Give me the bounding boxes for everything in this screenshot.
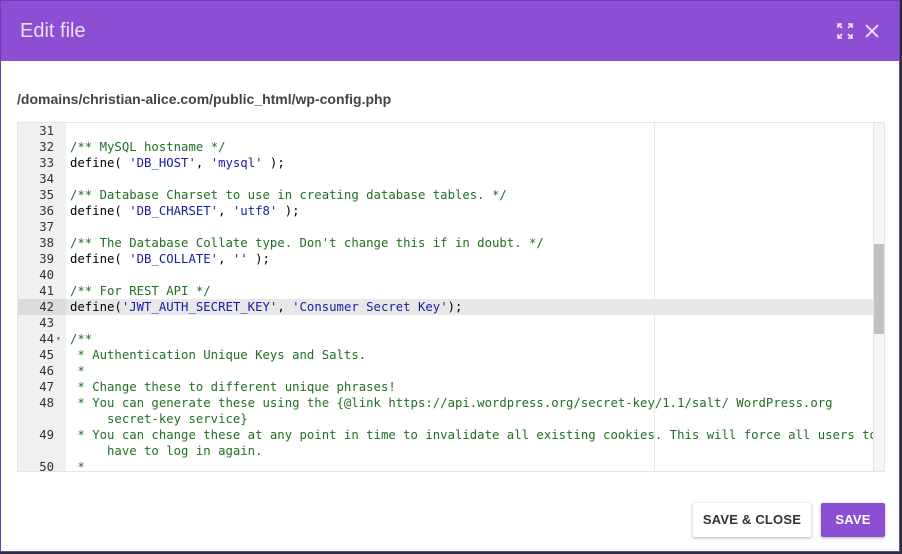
code-line[interactable]: 34 bbox=[18, 171, 876, 187]
save-and-close-button[interactable]: SAVE & CLOSE bbox=[693, 503, 811, 537]
code-text: * bbox=[70, 460, 85, 472]
code-line[interactable]: 41 /** For REST API */ bbox=[18, 283, 876, 299]
dialog-header: Edit file bbox=[1, 1, 899, 61]
line-number: 32 bbox=[39, 140, 54, 154]
code-text: /** MySQL hostname */ bbox=[70, 140, 226, 154]
code-line[interactable]: 42 define('JWT_AUTH_SECRET_KEY', 'Consume… bbox=[18, 299, 876, 315]
code-text: have to log in again. bbox=[70, 444, 263, 458]
line-number: 31 bbox=[39, 124, 54, 138]
line-number: 48 bbox=[39, 396, 54, 410]
code-line[interactable]: 43 bbox=[18, 315, 876, 331]
code-text: define('JWT_AUTH_SECRET_KEY', 'Consumer … bbox=[70, 300, 463, 314]
code-text: /** The Database Collate type. Don't cha… bbox=[70, 236, 544, 250]
code-line[interactable]: 37 bbox=[18, 219, 876, 235]
line-number: 35 bbox=[39, 188, 54, 202]
fullscreen-icon[interactable] bbox=[835, 21, 855, 41]
line-number: 43 bbox=[39, 316, 54, 330]
code-line[interactable]: 50 * bbox=[18, 459, 876, 472]
file-path: /domains/christian-alice.com/public_html… bbox=[17, 91, 392, 107]
line-number: 42 bbox=[18, 299, 66, 315]
code-line[interactable]: 36 define( 'DB_CHARSET', 'utf8' ); bbox=[18, 203, 876, 219]
dialog-title: Edit file bbox=[20, 20, 86, 42]
code-line[interactable]: 39 define( 'DB_COLLATE', '' ); bbox=[18, 251, 876, 267]
code-line[interactable]: 33 define( 'DB_HOST', 'mysql' ); bbox=[18, 155, 876, 171]
code-line[interactable]: 46 * bbox=[18, 363, 876, 379]
code-text: /** For REST API */ bbox=[70, 284, 211, 298]
code-text: /** Database Charset to use in creating … bbox=[70, 188, 507, 202]
line-number: 49 bbox=[39, 428, 54, 442]
code-text: /** bbox=[70, 332, 93, 346]
code-line[interactable]: 38 /** The Database Collate type. Don't c… bbox=[18, 235, 876, 251]
code-text: * You can generate these using the {@lin… bbox=[70, 396, 833, 410]
code-text: secret-key service} bbox=[70, 412, 248, 426]
line-number: 44 bbox=[39, 332, 54, 346]
fold-arrow-icon[interactable]: ▾ bbox=[56, 331, 61, 347]
line-number: 39 bbox=[39, 252, 54, 266]
code-line[interactable]: 49 * You can change these at any point i… bbox=[18, 427, 877, 443]
code-text: define( 'DB_COLLATE', '' ); bbox=[70, 252, 270, 266]
save-button[interactable]: SAVE bbox=[821, 503, 885, 537]
line-number: 36 bbox=[39, 204, 54, 218]
scrollbar-thumb[interactable] bbox=[874, 244, 884, 334]
line-number: 47 bbox=[39, 380, 54, 394]
line-number: 45 bbox=[39, 348, 54, 362]
code-line[interactable]: 40 bbox=[18, 267, 876, 283]
code-text: * bbox=[70, 364, 85, 378]
code-line[interactable]: 47 * Change these to different unique ph… bbox=[18, 379, 876, 395]
code-editor[interactable]: 31 32 /** MySQL hostname */ 33 define( 'DB_H… bbox=[17, 122, 885, 472]
line-number: 41 bbox=[39, 284, 54, 298]
close-icon[interactable] bbox=[862, 21, 882, 41]
code-line[interactable]: 44 ▾ /** bbox=[18, 331, 876, 347]
code-line[interactable]: 35 /** Database Charset to use in creatin… bbox=[18, 187, 876, 203]
line-number: 37 bbox=[39, 220, 54, 234]
line-number: 34 bbox=[39, 172, 54, 186]
code-line[interactable]: secret-key service} bbox=[18, 411, 876, 427]
line-number: 50 bbox=[39, 460, 54, 472]
editor-scrollbar[interactable] bbox=[873, 123, 884, 471]
code-text: define( 'DB_HOST', 'mysql' ); bbox=[70, 156, 285, 170]
code-text: * Authentication Unique Keys and Salts. bbox=[70, 348, 367, 362]
edit-file-dialog: Edit file /domains/christian-alice.com/p… bbox=[0, 0, 900, 552]
line-number: 38 bbox=[39, 236, 54, 250]
code-line[interactable]: 48 * You can generate these using the {@… bbox=[18, 395, 876, 411]
code-text: * You can change these at any point in t… bbox=[70, 428, 877, 442]
line-number: 33 bbox=[39, 156, 54, 170]
code-line[interactable]: 31 bbox=[18, 123, 876, 139]
code-text: define( 'DB_CHARSET', 'utf8' ); bbox=[70, 204, 300, 218]
line-number: 40 bbox=[39, 268, 54, 282]
code-line[interactable]: 45 * Authentication Unique Keys and Salt… bbox=[18, 347, 876, 363]
line-number: 46 bbox=[39, 364, 54, 378]
code-line[interactable]: have to log in again. bbox=[18, 443, 876, 459]
code-text: * Change these to different unique phras… bbox=[70, 380, 396, 394]
code-line[interactable]: 32 /** MySQL hostname */ bbox=[18, 139, 876, 155]
